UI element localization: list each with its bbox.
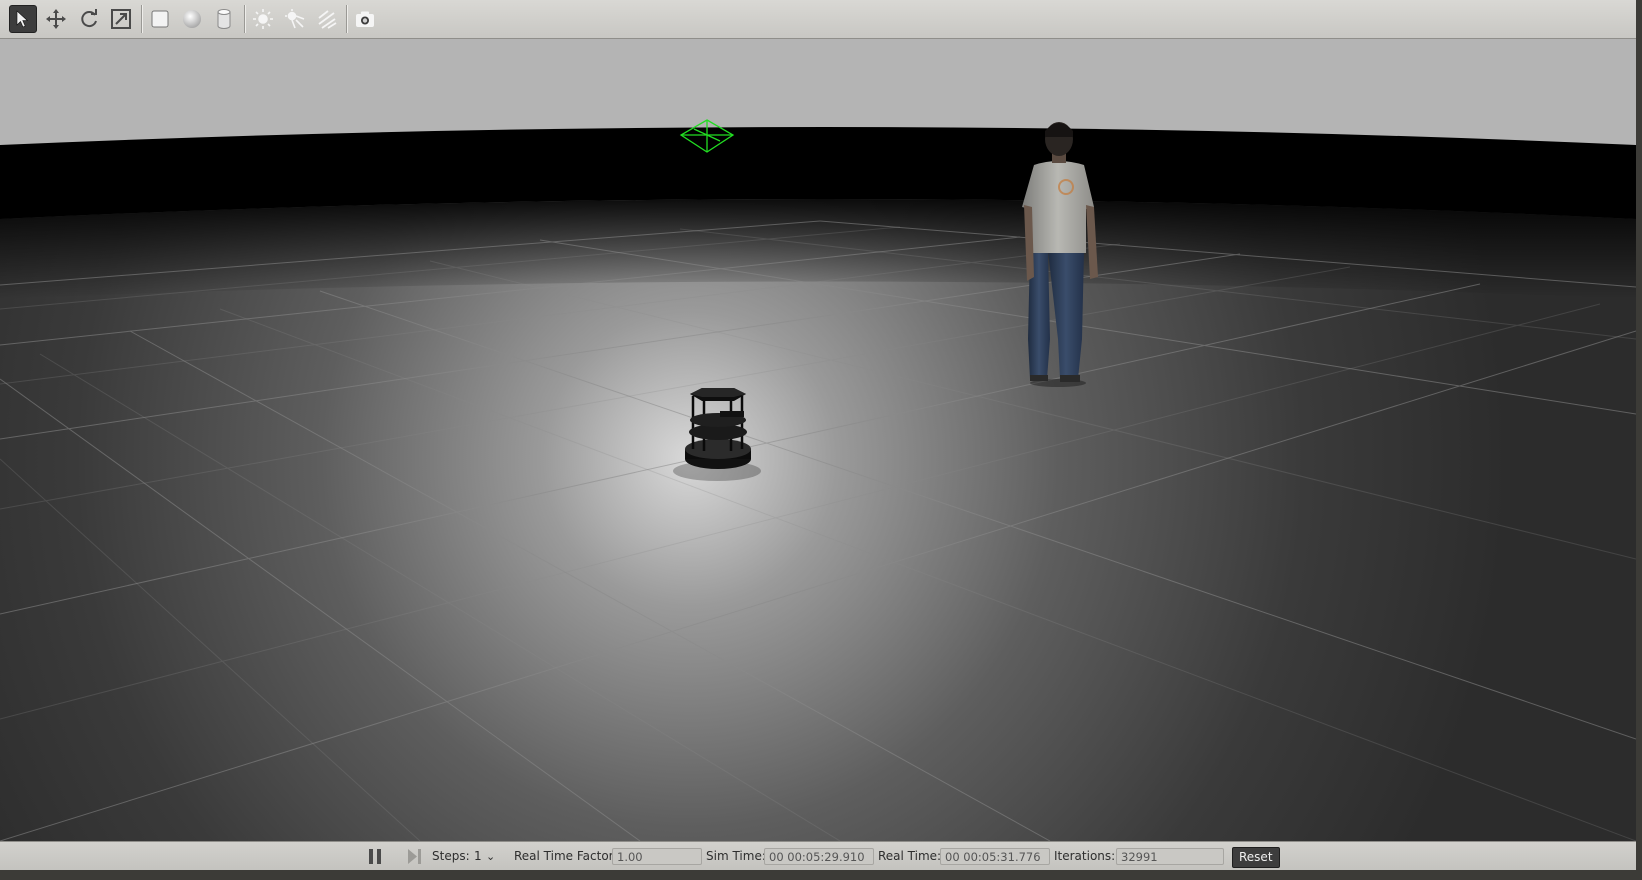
step-forward-icon <box>408 849 421 864</box>
rotate-icon[interactable] <box>75 5 103 33</box>
gazebo-window: Steps: 1 ⌄ Real Time Factor: 1.00 Sim Ti… <box>0 0 1642 870</box>
chevron-down-icon: ⌄ <box>486 850 496 863</box>
reset-button[interactable]: Reset <box>1232 847 1280 868</box>
real-time-field[interactable]: 00 00:05:31.776 <box>940 848 1050 865</box>
sphere-shape-icon[interactable] <box>178 5 206 33</box>
point-light-icon[interactable] <box>249 5 277 33</box>
iterations-field[interactable]: 32991 <box>1116 848 1224 865</box>
directional-light-icon[interactable] <box>313 5 341 33</box>
scene-viewport[interactable] <box>0 39 1636 841</box>
real-time-factor-label: Real Time Factor: <box>514 849 618 863</box>
pause-icon <box>369 849 381 864</box>
select-arrow-icon[interactable] <box>9 5 37 33</box>
sim-time-label: Sim Time: <box>706 849 766 863</box>
steps-label: Steps: <box>432 849 470 863</box>
pause-button[interactable] <box>367 842 383 870</box>
scene-render <box>0 39 1636 841</box>
ground-plane <box>0 199 1636 841</box>
step-button[interactable] <box>405 842 423 870</box>
steps-spinbox[interactable]: 1 ⌄ <box>474 842 500 870</box>
toolbar-separator <box>346 5 348 33</box>
box-shape-icon[interactable] <box>146 5 174 33</box>
real-time-factor-field[interactable]: 1.00 <box>612 848 702 865</box>
toolbar-separator <box>141 5 143 33</box>
toolbar-separator <box>244 5 246 33</box>
real-time-label: Real Time: <box>878 849 942 863</box>
translate-icon[interactable] <box>42 5 70 33</box>
time-panel: Steps: 1 ⌄ Real Time Factor: 1.00 Sim Ti… <box>0 841 1636 870</box>
scale-icon[interactable] <box>107 5 135 33</box>
steps-value: 1 <box>474 849 482 863</box>
window-edge <box>1636 0 1642 869</box>
iterations-label: Iterations: <box>1054 849 1116 863</box>
sim-time-field[interactable]: 00 00:05:29.910 <box>764 848 874 865</box>
toolbar <box>0 0 1636 39</box>
screenshot-camera-icon[interactable] <box>351 5 379 33</box>
cylinder-shape-icon[interactable] <box>210 5 238 33</box>
spot-light-icon[interactable] <box>281 5 309 33</box>
